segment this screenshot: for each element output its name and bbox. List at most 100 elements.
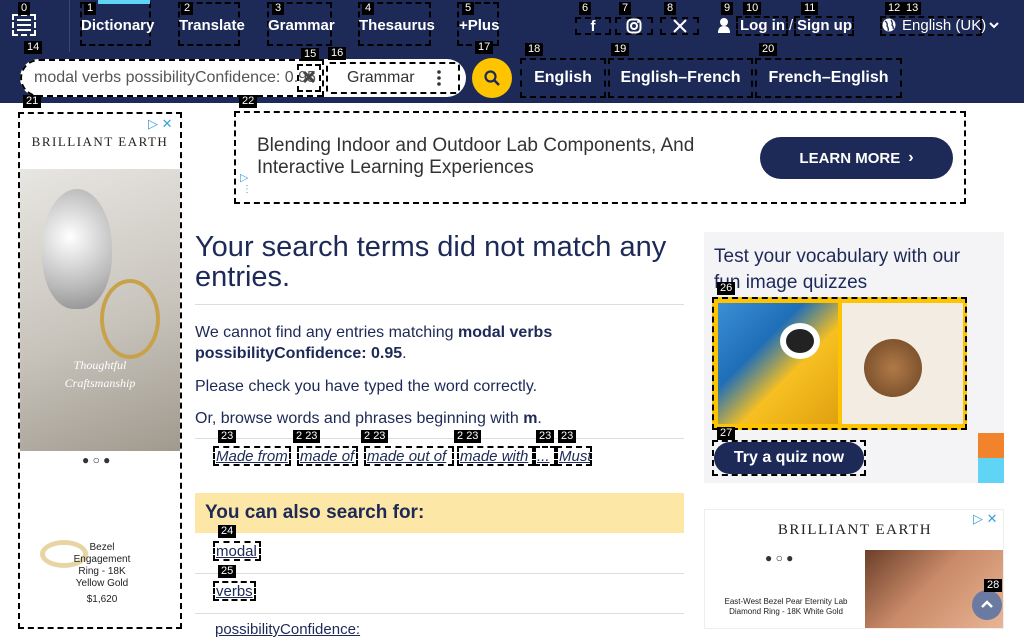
also-search-heading: You can also search for: (195, 493, 684, 533)
top-advertisement[interactable]: Blending Indoor and Outdoor Lab Componen… (234, 111, 966, 204)
carousel-dots[interactable]: ● ○ ● (82, 453, 110, 467)
scroll-to-top-button[interactable] (972, 590, 1002, 620)
search-icon (484, 70, 500, 86)
label-tag: 20 (759, 43, 778, 56)
menu-button[interactable] (12, 14, 36, 36)
label-tag: 26 (717, 282, 736, 295)
login-link[interactable]: Log in (740, 17, 785, 34)
learn-more-label: LEARN MORE (799, 149, 901, 167)
divider (195, 573, 684, 574)
search-input[interactable] (34, 67, 316, 89)
browse-link[interactable]: ... (534, 446, 556, 466)
ad-choices-icon[interactable]: ▷ ✕ (148, 116, 178, 131)
tab-french-english[interactable]: French–English (755, 58, 902, 98)
signup-link[interactable]: Sign up (797, 17, 852, 34)
try-quiz-button[interactable]: Try a quiz now (714, 442, 864, 474)
language-label: English (UK) (902, 17, 987, 34)
nav-grammar[interactable]: Grammar (268, 17, 335, 34)
hamburger-icon (17, 19, 31, 31)
label-tag: 12 (885, 2, 904, 15)
not-found-message: We cannot find any entries matching moda… (195, 322, 684, 364)
browse-link[interactable]: made out of (364, 446, 454, 466)
learn-more-button[interactable]: LEARN MORE › (760, 137, 953, 179)
label-tag: 10 (743, 2, 762, 15)
also-search-link-verbs[interactable]: verbs (213, 581, 256, 601)
label-tag: 2 23 (293, 430, 321, 443)
parrot-image (718, 303, 838, 424)
divider (195, 304, 684, 305)
label-tag: 17 (475, 41, 494, 54)
not-found-suffix: . (402, 345, 407, 362)
label-tag: 1 (84, 2, 97, 15)
divider (195, 438, 684, 439)
nav-dictionary[interactable]: Dictionary (81, 17, 154, 34)
tab-english[interactable]: English (520, 58, 606, 98)
label-tag: 14 (24, 41, 43, 54)
tab-english-french[interactable]: English–French (608, 58, 753, 98)
label-tag: 9 (721, 2, 734, 15)
instagram-icon (624, 17, 644, 35)
ad-product-name: East-West Bezel Pear Eternity Lab Diamon… (724, 597, 848, 616)
divider (195, 613, 684, 614)
quiz-image-link[interactable] (712, 297, 967, 430)
label-tag: 23 (558, 430, 577, 443)
check-spelling-message: Please check you have typed the word cor… (195, 378, 538, 395)
top-navigation-bar: Dictionary Translate Grammar Thesaurus +… (0, 0, 1024, 52)
arrow-up-icon (981, 600, 993, 608)
ad-product-price: $1,620 (86, 594, 118, 605)
label-tag: 25 (218, 565, 237, 578)
login-separator: / (789, 17, 794, 34)
ad-caption-line1: Thoughtful (73, 358, 127, 372)
browse-suffix: . (537, 410, 542, 427)
label-tag: 11 (801, 2, 819, 15)
also-search-link-possibility[interactable]: possibilityConfidence: (215, 621, 360, 638)
right-advertisement[interactable]: ▷ ✕ BRILLIANT EARTH ● ○ ● East-West Beze… (704, 509, 1004, 629)
browse-link[interactable]: made of (297, 446, 358, 466)
more-vertical-icon (437, 70, 441, 86)
active-tab-indicator (98, 0, 150, 4)
label-tag: 2 23 (454, 430, 482, 443)
label-tag: 2 23 (361, 430, 389, 443)
nav-plus[interactable]: +Plus (459, 17, 499, 34)
label-tag: 24 (218, 525, 237, 538)
browse-letter[interactable]: m (523, 410, 537, 427)
nav-thesaurus[interactable]: Thesaurus (359, 17, 435, 34)
ad-ring-image (20, 169, 180, 451)
label-tag: 4 (362, 2, 375, 15)
browse-message: Or, browse words and phrases beginning w… (195, 408, 684, 429)
label-tag: 23 (536, 430, 555, 443)
also-search-link-modal[interactable]: modal (213, 541, 261, 561)
feedback-tab-cyan[interactable] (978, 458, 1004, 483)
label-tag: 6 (579, 2, 592, 15)
label-tag: 16 (328, 47, 347, 60)
label-tag: 5 (462, 2, 475, 15)
browse-prefix: Or, browse words and phrases beginning w… (195, 410, 524, 427)
carousel-dots[interactable]: ● ○ ● (765, 551, 793, 565)
snail-image (842, 303, 963, 424)
nav-translate[interactable]: Translate (179, 17, 245, 34)
label-tag: 7 (619, 2, 632, 15)
label-tag: 23 (218, 430, 237, 443)
label-tag: 21 (23, 95, 42, 108)
browse-link[interactable]: made with (457, 446, 534, 466)
label-tag: 15 (301, 48, 320, 61)
x-icon (670, 17, 690, 35)
label-tag: 0 (18, 2, 31, 15)
label-tag: 3 (272, 2, 285, 15)
search-button[interactable] (472, 58, 512, 98)
browse-link[interactable]: Must (556, 446, 592, 466)
label-tag: 8 (664, 2, 677, 15)
ad-caption-line2: Craftsmanship (64, 376, 136, 390)
user-icon (718, 17, 730, 33)
chevron-down-icon (988, 18, 1000, 30)
feedback-tab-orange[interactable] (978, 433, 1004, 458)
page-title: Your search terms did not match any entr… (195, 231, 667, 293)
close-icon (302, 70, 316, 84)
label-tag: 2 (181, 2, 194, 15)
main-content: Your search terms did not match any entr… (195, 232, 684, 429)
left-advertisement[interactable]: ▷ ✕ BRILLIANT EARTH Thoughtful Craftsman… (18, 112, 182, 629)
browse-link[interactable]: Made from (213, 446, 291, 466)
ad-choices-icon[interactable]: ▷ (240, 171, 248, 184)
ad-menu-icon[interactable]: ⋮ (242, 185, 252, 195)
label-tag: 22 (239, 95, 258, 108)
